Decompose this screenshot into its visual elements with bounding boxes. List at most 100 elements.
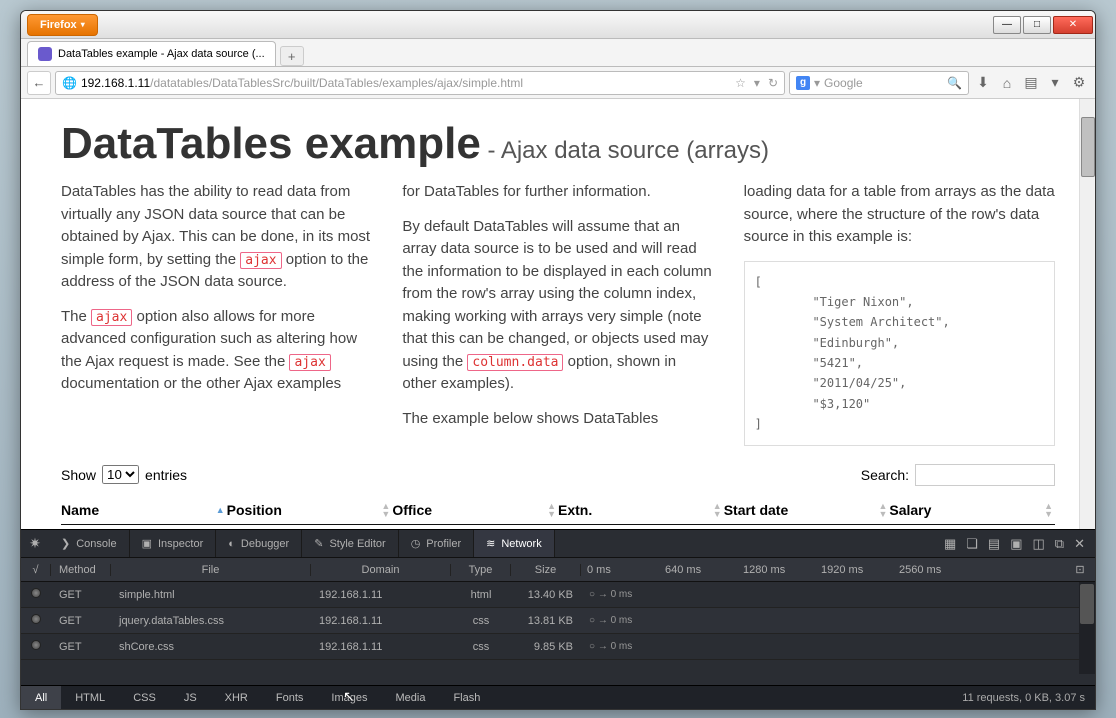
- header-check[interactable]: √: [21, 564, 51, 576]
- popout-icon[interactable]: ⧉: [1055, 536, 1064, 552]
- inspector-icon: ▣: [142, 537, 152, 550]
- code-ajax: ajax: [240, 252, 281, 269]
- reload-icon[interactable]: ↻: [768, 76, 778, 90]
- browser-tab[interactable]: DataTables example - Ajax data source (.…: [27, 41, 276, 66]
- network-rows: GET simple.html 192.168.1.11 html 13.40 …: [21, 582, 1095, 674]
- window-controls: — □ ✕: [993, 16, 1095, 34]
- maximize-button[interactable]: □: [1023, 16, 1051, 34]
- col-salary[interactable]: Salary▲▼: [889, 502, 1055, 518]
- tab-inspector[interactable]: ▣Inspector: [130, 530, 217, 557]
- filter-flash[interactable]: Flash: [439, 686, 494, 709]
- column-1: DataTables has the ability to read data …: [61, 181, 372, 446]
- filter-media[interactable]: Media: [381, 686, 439, 709]
- tab-styleeditor[interactable]: ✎Style Editor: [302, 530, 398, 557]
- timeline-toggle-icon[interactable]: ⊡: [1065, 563, 1095, 576]
- bookmark-icon[interactable]: ☆: [735, 76, 746, 90]
- firefox-menu-button[interactable]: Firefox: [27, 14, 98, 36]
- nav-bar: ← 🌐 192.168.1.11/datatables/DataTablesSr…: [21, 67, 1095, 99]
- status-dot-icon: [31, 614, 41, 624]
- network-status: 11 requests, 0 KB, 3.07 s: [962, 692, 1095, 704]
- header-type[interactable]: Type: [451, 564, 511, 576]
- page-title: DataTables example - Ajax data source (a…: [61, 119, 1055, 169]
- status-dot-icon: [31, 640, 41, 650]
- close-button[interactable]: ✕: [1053, 16, 1093, 34]
- header-file[interactable]: File: [111, 564, 311, 576]
- feed-icon[interactable]: ▾: [1045, 73, 1065, 93]
- devtools-panel: ✷ ❯Console ▣Inspector ◐Debugger ✎Style E…: [21, 529, 1095, 709]
- search-box[interactable]: g ▾ Google 🔍: [789, 71, 969, 95]
- col-extn[interactable]: Extn.▲▼: [558, 502, 724, 518]
- code-ajax: ajax: [91, 309, 132, 326]
- search-label: Search:: [861, 467, 909, 483]
- code-block: [ "Tiger Nixon", "System Architect", "Ed…: [744, 261, 1055, 446]
- header-size[interactable]: Size: [511, 564, 581, 576]
- network-row[interactable]: GET jquery.dataTables.css 192.168.1.11 c…: [21, 608, 1095, 634]
- responsive-icon[interactable]: ▣: [1010, 536, 1022, 552]
- col-office[interactable]: Office▲▼: [392, 502, 558, 518]
- network-row[interactable]: GET simple.html 192.168.1.11 html 13.40 …: [21, 582, 1095, 608]
- code-columndata: column.data: [467, 354, 563, 371]
- minimize-button[interactable]: —: [993, 16, 1021, 34]
- status-dot-icon: [31, 588, 41, 598]
- url-text: 192.168.1.11/datatables/DataTablesSrc/bu…: [81, 76, 731, 90]
- url-bar[interactable]: 🌐 192.168.1.11/datatables/DataTablesSrc/…: [55, 71, 785, 95]
- devtools-footer: All HTML CSS JS XHR Fonts Images Media F…: [21, 685, 1095, 709]
- home-icon[interactable]: ⌂: [997, 73, 1017, 93]
- network-icon: ≋: [486, 537, 495, 550]
- table-search-input[interactable]: [915, 464, 1055, 486]
- scratchpad-icon[interactable]: ▤: [988, 536, 1000, 552]
- dock-side-icon[interactable]: ◫: [1033, 536, 1045, 552]
- addon-icon[interactable]: ⚙: [1069, 73, 1089, 93]
- filter-js[interactable]: JS: [170, 686, 211, 709]
- col-startdate[interactable]: Start date▲▼: [724, 502, 890, 518]
- favicon-icon: [38, 47, 52, 61]
- filter-images[interactable]: Images: [317, 686, 381, 709]
- downloads-icon[interactable]: ⬇: [973, 73, 993, 93]
- table-header: Name▲ Position▲▼ Office▲▼ Extn.▲▼ Start …: [61, 496, 1055, 525]
- search-placeholder: Google: [824, 76, 863, 90]
- debugger-icon: ◐: [228, 538, 235, 550]
- page-content: DataTables example - Ajax data source (a…: [21, 99, 1095, 539]
- tab-console[interactable]: ❯Console: [49, 530, 130, 557]
- col-name[interactable]: Name▲: [61, 502, 227, 518]
- devtools-toolbar: ✷ ❯Console ▣Inspector ◐Debugger ✎Style E…: [21, 530, 1095, 558]
- tab-bar: DataTables example - Ajax data source (.…: [21, 39, 1095, 67]
- column-3: loading data for a table from arrays as …: [744, 181, 1055, 446]
- filter-css[interactable]: CSS: [119, 686, 170, 709]
- length-select[interactable]: 10: [102, 465, 139, 484]
- code-ajax: ajax: [289, 354, 330, 371]
- table-controls: Show 10 entries Search:: [61, 464, 1055, 486]
- url-actions: ☆ ▾ ↻: [735, 76, 778, 90]
- network-header: √ Method File Domain Type Size 0 ms 640 …: [21, 558, 1095, 582]
- devtools-scrollbar[interactable]: [1079, 582, 1095, 674]
- filter-all[interactable]: All: [21, 686, 61, 709]
- col-position[interactable]: Position▲▼: [227, 502, 393, 518]
- globe-icon: 🌐: [62, 76, 77, 90]
- tab-debugger[interactable]: ◐Debugger: [216, 530, 302, 557]
- bookmarks-icon[interactable]: ▤: [1021, 73, 1041, 93]
- browser-window: Firefox — □ ✕ DataTables example - Ajax …: [20, 10, 1096, 710]
- 3d-icon[interactable]: ❏: [966, 536, 978, 552]
- devtools-close-icon[interactable]: ✕: [1074, 536, 1085, 552]
- google-icon: g: [796, 76, 810, 90]
- header-timeline: 0 ms 640 ms 1280 ms 1920 ms 2560 ms: [581, 564, 1065, 576]
- filter-fonts[interactable]: Fonts: [262, 686, 318, 709]
- profiler-icon: ◷: [411, 537, 421, 550]
- filter-xhr[interactable]: XHR: [211, 686, 262, 709]
- tab-network[interactable]: ≋Network: [474, 530, 555, 557]
- header-method[interactable]: Method: [51, 564, 111, 576]
- tab-profiler[interactable]: ◷Profiler: [399, 530, 474, 557]
- styleeditor-icon: ✎: [314, 537, 323, 550]
- column-2: for DataTables for further information. …: [402, 181, 713, 446]
- paint-icon[interactable]: ▦: [944, 536, 956, 552]
- devtools-options-icon[interactable]: ✷: [21, 535, 49, 552]
- new-tab-button[interactable]: +: [280, 46, 304, 66]
- header-domain[interactable]: Domain: [311, 564, 451, 576]
- search-icon[interactable]: 🔍: [947, 76, 962, 90]
- vertical-scrollbar[interactable]: [1079, 99, 1095, 539]
- filter-html[interactable]: HTML: [61, 686, 119, 709]
- page-subtitle: - Ajax data source (arrays): [481, 137, 769, 164]
- back-button[interactable]: ←: [27, 71, 51, 95]
- console-icon: ❯: [61, 537, 70, 550]
- network-row[interactable]: GET shCore.css 192.168.1.11 css 9.85 KB …: [21, 634, 1095, 660]
